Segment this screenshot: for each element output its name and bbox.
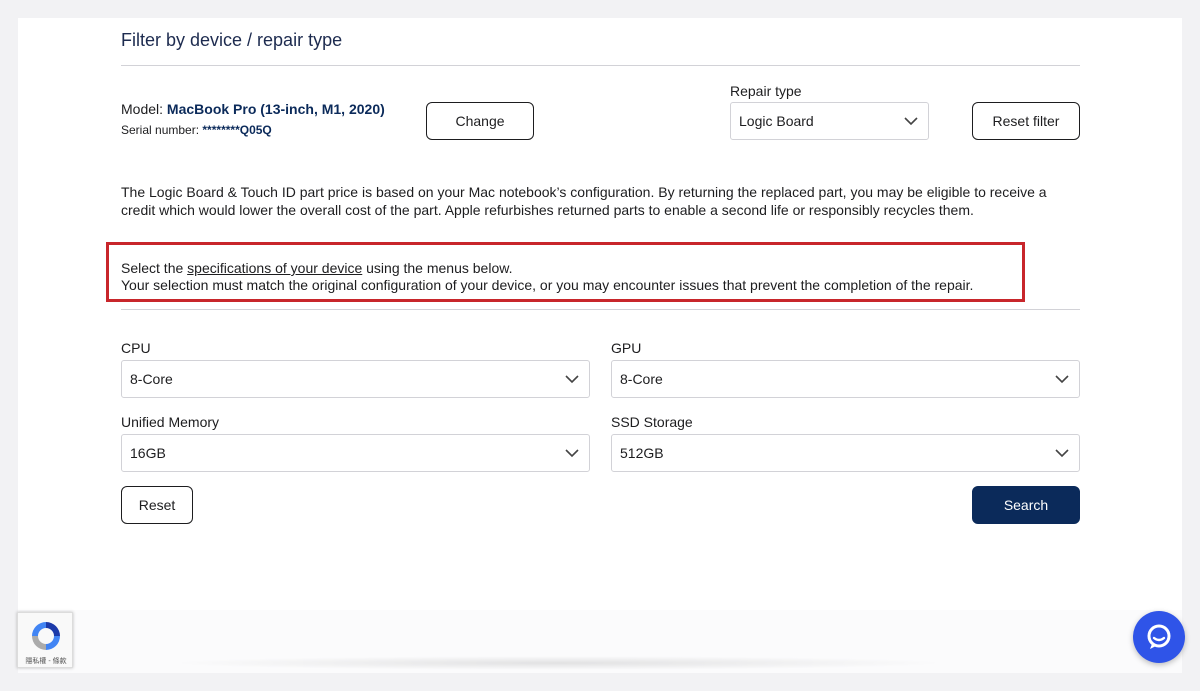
recaptcha-terms[interactable]: 隱私權 - 條款	[20, 656, 72, 666]
recaptcha-badge[interactable]: 隱私權 - 條款	[17, 612, 73, 668]
notice-line-2: Your selection must match the original c…	[121, 277, 974, 293]
storage-value: 512GB	[620, 445, 664, 461]
cpu-select[interactable]: 8-Core	[121, 360, 590, 398]
chevron-down-icon	[565, 375, 579, 384]
reset-filter-button[interactable]: Reset filter	[972, 102, 1080, 140]
footer-shadow	[168, 656, 948, 670]
change-device-button[interactable]: Change	[426, 102, 534, 140]
notice-prefix: Select the	[121, 260, 188, 276]
notice-suffix: using the menus below.	[362, 260, 513, 276]
model-label: Model:	[121, 101, 164, 117]
model-value: MacBook Pro (13-inch, M1, 2020)	[166, 101, 385, 117]
storage-select[interactable]: 512GB	[611, 434, 1080, 472]
chevron-down-icon	[904, 117, 918, 126]
model-info: Model: MacBook Pro (13-inch, M1, 2020)	[121, 101, 385, 117]
recaptcha-icon	[32, 622, 60, 650]
serial-value: ********Q05Q	[202, 123, 272, 137]
repair-type-select[interactable]: Logic Board	[730, 102, 929, 140]
repair-type-label: Repair type	[730, 83, 802, 99]
notice-line-1: Select the specifications of your device…	[121, 260, 512, 276]
memory-value: 16GB	[130, 445, 166, 461]
reset-button[interactable]: Reset	[121, 486, 193, 524]
gpu-label: GPU	[611, 340, 642, 356]
serial-label: Serial number:	[121, 123, 200, 137]
cpu-value: 8-Core	[130, 371, 173, 387]
info-paragraph: The Logic Board & Touch ID part price is…	[121, 184, 1047, 218]
chevron-down-icon	[1055, 375, 1069, 384]
memory-select[interactable]: 16GB	[121, 434, 590, 472]
footer-area	[18, 610, 1182, 673]
memory-label: Unified Memory	[121, 414, 220, 430]
specifications-link[interactable]: specifications of your device	[187, 260, 362, 276]
gpu-select[interactable]: 8-Core	[611, 360, 1080, 398]
serial-info: Serial number: ********Q05Q	[121, 123, 272, 137]
chat-icon	[1147, 624, 1171, 649]
chevron-down-icon	[565, 449, 579, 458]
storage-label: SSD Storage	[611, 414, 693, 430]
page-title: Filter by device / repair type	[121, 30, 343, 50]
search-button[interactable]: Search	[972, 486, 1080, 524]
repair-type-value: Logic Board	[739, 113, 814, 129]
notice-divider	[121, 309, 1080, 310]
title-divider	[121, 65, 1080, 66]
cpu-label: CPU	[121, 340, 151, 356]
chevron-down-icon	[1055, 449, 1069, 458]
gpu-value: 8-Core	[620, 371, 663, 387]
chat-button[interactable]	[1133, 611, 1185, 663]
